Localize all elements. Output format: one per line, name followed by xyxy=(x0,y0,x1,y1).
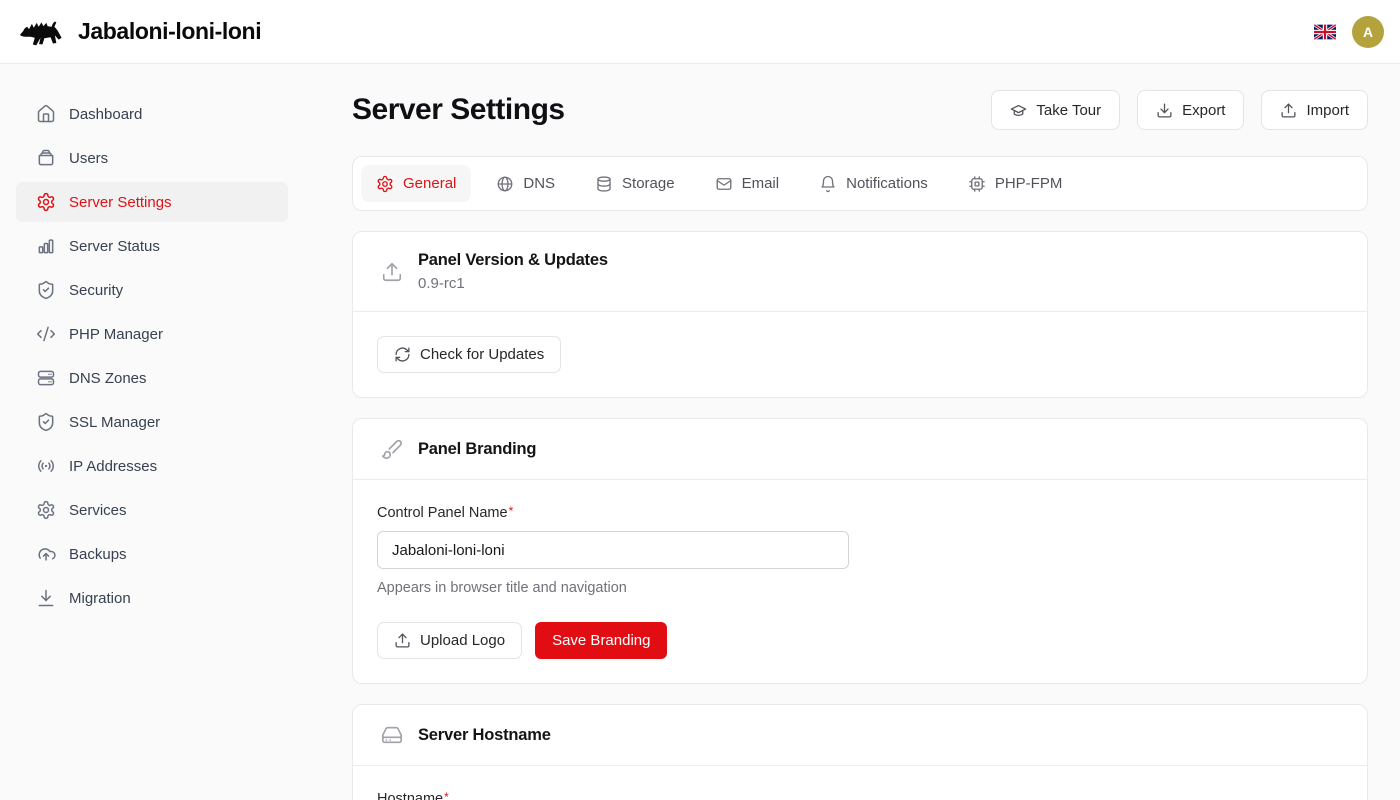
tab-label: Notifications xyxy=(846,175,928,192)
page-actions: Take Tour Export Import xyxy=(991,90,1368,130)
sidebar-item-label: Security xyxy=(69,282,123,299)
code-icon xyxy=(36,324,56,344)
tab-general[interactable]: General xyxy=(361,165,471,202)
panel-version-value: 0.9-rc1 xyxy=(418,275,608,292)
upload-logo-button[interactable]: Upload Logo xyxy=(377,622,522,659)
export-button[interactable]: Export xyxy=(1137,90,1244,130)
main-content: Server Settings Take Tour Export Import xyxy=(304,64,1400,800)
tab-notifications[interactable]: Notifications xyxy=(804,165,943,202)
upload-icon xyxy=(394,632,411,649)
sidebar-item-php-manager[interactable]: PHP Manager xyxy=(16,314,288,354)
control-panel-name-label: Control Panel Name* xyxy=(377,505,513,521)
sidebar-item-security[interactable]: Security xyxy=(16,270,288,310)
sidebar-item-dns-zones[interactable]: DNS Zones xyxy=(16,358,288,398)
sidebar-item-dashboard[interactable]: Dashboard xyxy=(16,94,288,134)
sidebar-item-backups[interactable]: Backups xyxy=(16,534,288,574)
page-title: Server Settings xyxy=(352,93,565,127)
tab-php-fpm[interactable]: PHP-FPM xyxy=(953,165,1078,202)
paintbrush-icon xyxy=(381,438,403,460)
sidebar-item-label: Dashboard xyxy=(69,106,142,123)
tab-label: Storage xyxy=(622,175,675,192)
field-helper-text: Appears in browser title and navigation xyxy=(377,580,1343,596)
hostname-label: Hostname* xyxy=(377,791,449,800)
sidebar-item-label: Users xyxy=(69,150,108,167)
refresh-icon xyxy=(394,346,411,363)
globe-icon xyxy=(496,175,514,193)
sidebar-item-migration[interactable]: Migration xyxy=(16,578,288,618)
sidebar-item-label: IP Addresses xyxy=(69,458,157,475)
broadcast-icon xyxy=(36,456,56,476)
sidebar-item-users[interactable]: Users xyxy=(16,138,288,178)
import-button[interactable]: Import xyxy=(1261,90,1368,130)
upload-icon xyxy=(381,261,403,283)
boar-icon xyxy=(18,13,64,51)
users-drawer-icon xyxy=(36,148,56,168)
take-tour-button[interactable]: Take Tour xyxy=(991,90,1120,130)
check-for-updates-button[interactable]: Check for Updates xyxy=(377,336,561,373)
panel-version-card: Panel Version & Updates 0.9-rc1 Check fo… xyxy=(352,231,1368,398)
save-branding-button[interactable]: Save Branding xyxy=(535,622,667,659)
user-avatar[interactable]: A xyxy=(1352,16,1384,48)
brand-title: Jabaloni-loni-loni xyxy=(78,18,261,45)
tab-storage[interactable]: Storage xyxy=(580,165,690,202)
tab-label: DNS xyxy=(523,175,555,192)
upload-icon xyxy=(1280,102,1297,119)
graduation-cap-icon xyxy=(1010,102,1027,119)
shield-check-icon xyxy=(36,280,56,300)
gear-icon xyxy=(376,175,394,193)
sidebar: Dashboard Users Server Settings Server S… xyxy=(0,64,304,800)
mail-icon xyxy=(715,175,733,193)
sidebar-item-server-status[interactable]: Server Status xyxy=(16,226,288,266)
button-label: Check for Updates xyxy=(420,346,544,363)
tab-email[interactable]: Email xyxy=(700,165,795,202)
button-label: Import xyxy=(1306,102,1349,119)
sidebar-item-label: Backups xyxy=(69,546,127,563)
panel-branding-card: Panel Branding Control Panel Name* Appea… xyxy=(352,418,1368,684)
sidebar-item-ip-addresses[interactable]: IP Addresses xyxy=(16,446,288,486)
card-title: Panel Branding xyxy=(418,440,536,459)
uk-flag-icon[interactable] xyxy=(1314,24,1336,40)
tab-dns[interactable]: DNS xyxy=(481,165,570,202)
tab-label: PHP-FPM xyxy=(995,175,1063,192)
brand[interactable]: Jabaloni-loni-loni xyxy=(18,13,261,51)
download-icon xyxy=(36,588,56,608)
card-title: Server Hostname xyxy=(418,726,551,745)
button-label: Upload Logo xyxy=(420,632,505,649)
tab-label: General xyxy=(403,175,456,192)
card-title: Panel Version & Updates xyxy=(418,251,608,270)
top-header: Jabaloni-loni-loni A xyxy=(0,0,1400,64)
control-panel-name-input[interactable] xyxy=(377,531,849,569)
required-asterisk: * xyxy=(509,504,514,518)
bell-icon xyxy=(819,175,837,193)
hard-drive-icon xyxy=(381,724,403,746)
settings-tabs: General DNS Storage Email Notifications … xyxy=(352,156,1368,211)
download-icon xyxy=(1156,102,1173,119)
sidebar-item-ssl-manager[interactable]: SSL Manager xyxy=(16,402,288,442)
gear-icon xyxy=(36,192,56,212)
button-label: Take Tour xyxy=(1036,102,1101,119)
sidebar-item-label: PHP Manager xyxy=(69,326,163,343)
sidebar-item-label: Services xyxy=(69,502,127,519)
bar-chart-icon xyxy=(36,236,56,256)
cloud-upload-icon xyxy=(36,544,56,564)
tab-label: Email xyxy=(742,175,780,192)
shield-check-icon xyxy=(36,412,56,432)
sidebar-item-label: SSL Manager xyxy=(69,414,160,431)
sidebar-item-label: Server Status xyxy=(69,238,160,255)
gear-icon xyxy=(36,500,56,520)
sidebar-item-services[interactable]: Services xyxy=(16,490,288,530)
sidebar-item-server-settings[interactable]: Server Settings xyxy=(16,182,288,222)
cpu-icon xyxy=(968,175,986,193)
server-stack-icon xyxy=(36,368,56,388)
server-hostname-card: Server Hostname Hostname* xyxy=(352,704,1368,800)
required-asterisk: * xyxy=(444,790,449,800)
button-label: Export xyxy=(1182,102,1225,119)
sidebar-item-label: Migration xyxy=(69,590,131,607)
sidebar-item-label: DNS Zones xyxy=(69,370,147,387)
database-icon xyxy=(595,175,613,193)
sidebar-item-label: Server Settings xyxy=(69,194,172,211)
home-icon xyxy=(36,104,56,124)
